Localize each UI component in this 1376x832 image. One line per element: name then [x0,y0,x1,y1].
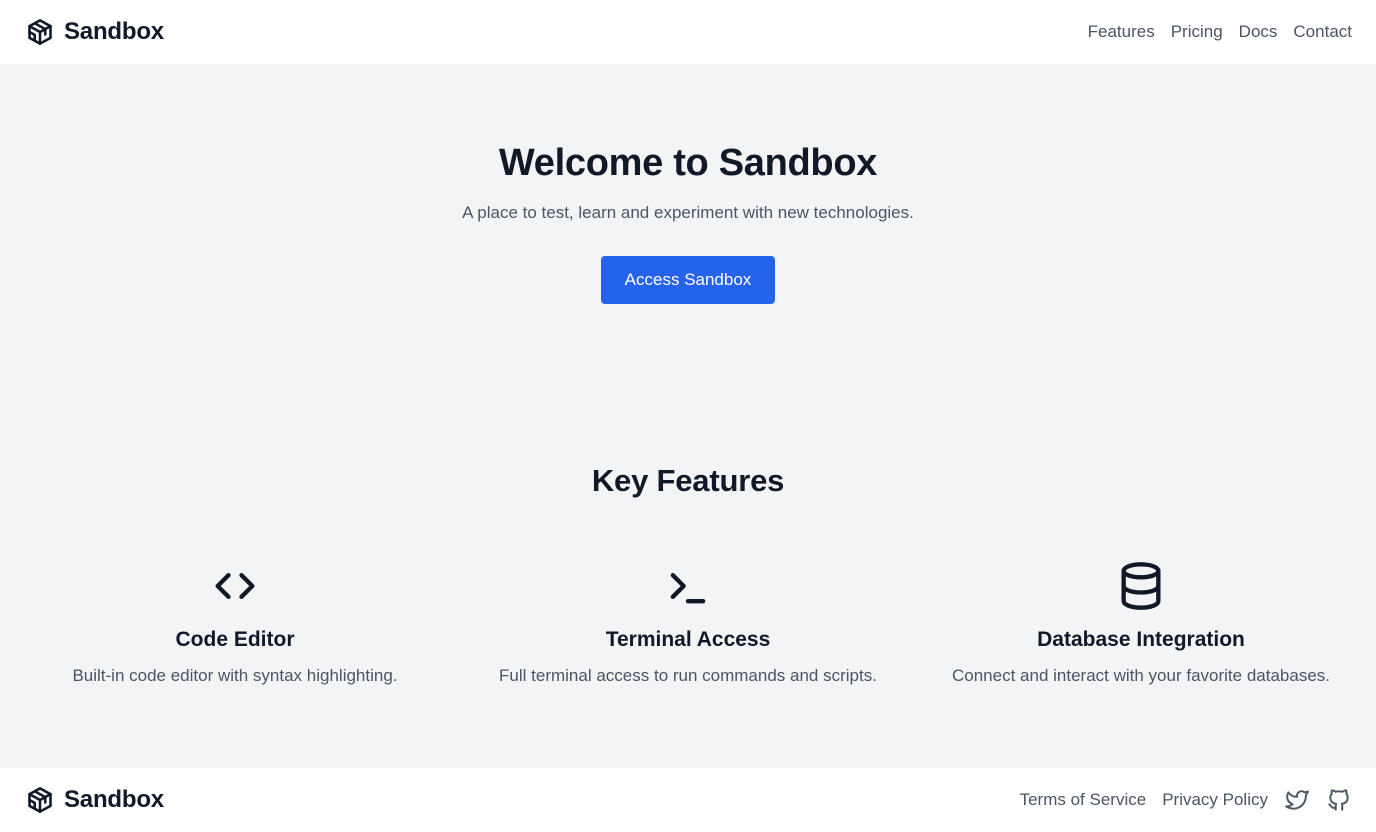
nav-link-pricing[interactable]: Pricing [1171,22,1223,42]
access-sandbox-button[interactable]: Access Sandbox [601,256,775,304]
hero-section: Welcome to Sandbox A place to test, lear… [0,64,1376,364]
privacy-policy-link[interactable]: Privacy Policy [1162,790,1268,810]
feature-description: Full terminal access to run commands and… [499,666,877,685]
hero-title: Welcome to Sandbox [498,142,878,184]
nav-link-docs[interactable]: Docs [1239,22,1278,42]
main-nav: Features Pricing Docs Contact [1088,22,1352,42]
site-footer: Sandbox Terms of Service Privacy Policy [0,768,1376,832]
cube-icon [28,787,52,813]
database-icon [1121,562,1161,610]
feature-card-database-integration: Database Integration Connect and interac… [921,560,1361,686]
feature-card-code-editor: Code Editor Built-in code editor with sy… [15,560,455,686]
nav-link-contact[interactable]: Contact [1293,22,1352,42]
site-header: Sandbox Features Pricing Docs Contact [0,0,1376,64]
cube-icon [28,19,52,45]
terminal-icon [670,573,706,604]
features-title: Key Features [591,463,785,498]
code-icon [215,573,255,599]
terms-of-service-link[interactable]: Terms of Service [1020,790,1147,810]
feature-title: Code Editor [175,628,295,651]
footer-brand-name: Sandbox [64,786,164,813]
hero-subtitle: A place to test, learn and experiment wi… [462,203,914,222]
feature-title: Database Integration [1037,628,1245,651]
footer-links: Terms of Service Privacy Policy [1020,787,1352,813]
feature-title: Terminal Access [605,628,771,651]
brand-name: Sandbox [64,18,164,45]
brand[interactable]: Sandbox [26,17,164,47]
github-icon[interactable] [1326,787,1352,813]
twitter-icon[interactable] [1284,787,1310,813]
nav-link-features[interactable]: Features [1088,22,1155,42]
feature-description: Connect and interact with your favorite … [952,666,1330,685]
footer-brand[interactable]: Sandbox [26,785,164,815]
feature-card-terminal-access: Terminal Access Full terminal access to … [468,560,908,686]
feature-description: Built-in code editor with syntax highlig… [72,666,398,685]
